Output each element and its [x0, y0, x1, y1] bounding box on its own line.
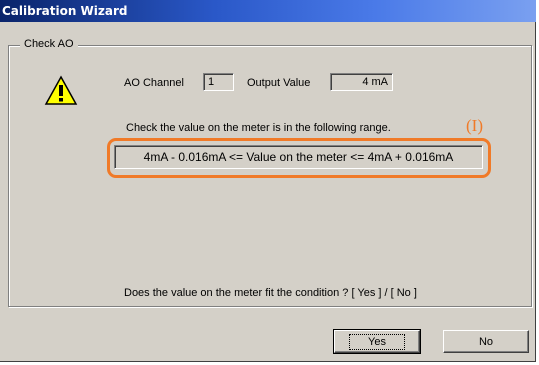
output-value-label: Output Value	[247, 77, 311, 89]
window-title: Calibration Wizard	[2, 4, 128, 18]
ao-channel-field: 1	[203, 73, 234, 91]
ao-channel-label: AO Channel	[124, 77, 184, 89]
output-value-field: 4 mA	[330, 73, 393, 91]
no-button[interactable]: No	[443, 330, 529, 353]
confirm-question: Does the value on the meter fit the cond…	[124, 287, 417, 299]
warning-icon	[44, 75, 78, 105]
group-legend: Check AO	[20, 38, 78, 50]
yes-button-label: Yes	[349, 333, 405, 350]
calibration-wizard-window: Calibration Wizard Check AO AO Channel 1…	[0, 0, 536, 362]
annotation-marker: (I)	[466, 116, 483, 135]
instruction-text: Check the value on the meter is in the f…	[126, 122, 391, 134]
yes-button[interactable]: Yes	[333, 329, 421, 354]
annotation-highlight	[107, 138, 491, 178]
title-bar[interactable]: Calibration Wizard	[0, 0, 536, 22]
